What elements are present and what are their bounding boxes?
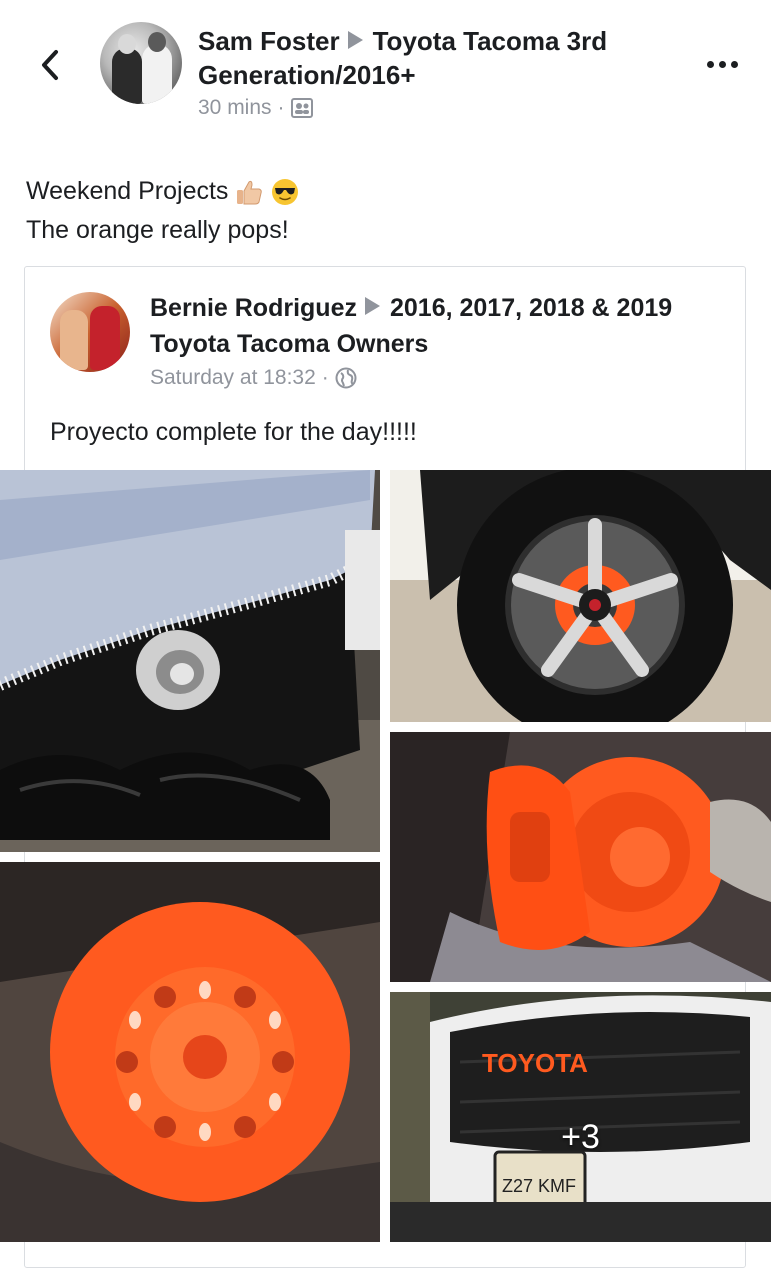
shared-post-time[interactable]: Saturday at 18:32 — [150, 366, 316, 390]
shared-post-text: Proyecto complete for the day!!!!! — [50, 418, 417, 446]
photo-covered-truck[interactable] — [0, 470, 380, 852]
shared-post-meta: Saturday at 18:32 · — [150, 366, 357, 390]
post-body: Weekend Projects The orange really pops! — [26, 172, 300, 250]
globe-icon — [335, 367, 357, 389]
thumbs-up-icon — [237, 180, 263, 204]
shared-post-title: Bernie Rodriguez 2016, 2017, 2018 & 2019 … — [150, 290, 720, 362]
post-meta: 30 mins · — [198, 96, 313, 120]
photo-toyota-grille[interactable]: TOYOTA Z27 KMF +3 — [390, 992, 771, 1242]
group-icon — [290, 98, 313, 118]
meta-separator: · — [321, 366, 329, 389]
post-text-line2: The orange really pops! — [26, 216, 289, 244]
photo-wheel[interactable] — [390, 470, 771, 722]
post-title: Sam Foster Toyota Tacoma 3rd Generation/2… — [198, 24, 678, 92]
photo-orange-rotor[interactable] — [0, 862, 380, 1242]
more-photos-count[interactable]: +3 — [390, 992, 771, 1242]
shared-author-name[interactable]: Bernie Rodriguez — [150, 294, 357, 322]
more-dots-icon — [706, 60, 714, 68]
photo-orange-rotor-image — [0, 862, 380, 1242]
arrow-right-icon — [364, 297, 380, 315]
chevron-left-icon — [42, 50, 58, 80]
photo-wheel-image — [390, 470, 771, 722]
photo-orange-caliper-image — [390, 732, 771, 982]
author-name[interactable]: Sam Foster — [198, 26, 340, 56]
more-options-button[interactable] — [696, 44, 748, 84]
sunglasses-emoji-icon — [272, 178, 299, 205]
shared-author-avatar[interactable] — [50, 292, 130, 372]
meta-separator: · — [277, 96, 285, 119]
photo-covered-truck-image — [0, 470, 380, 852]
arrow-right-icon — [347, 31, 363, 49]
back-button[interactable] — [30, 40, 70, 90]
author-avatar[interactable] — [100, 22, 182, 104]
post-time[interactable]: 30 mins — [198, 96, 272, 120]
photo-orange-caliper[interactable] — [390, 732, 771, 982]
post-header: Sam Foster Toyota Tacoma 3rd Generation/2… — [0, 0, 771, 150]
post-text-line1: Weekend Projects — [26, 177, 229, 205]
